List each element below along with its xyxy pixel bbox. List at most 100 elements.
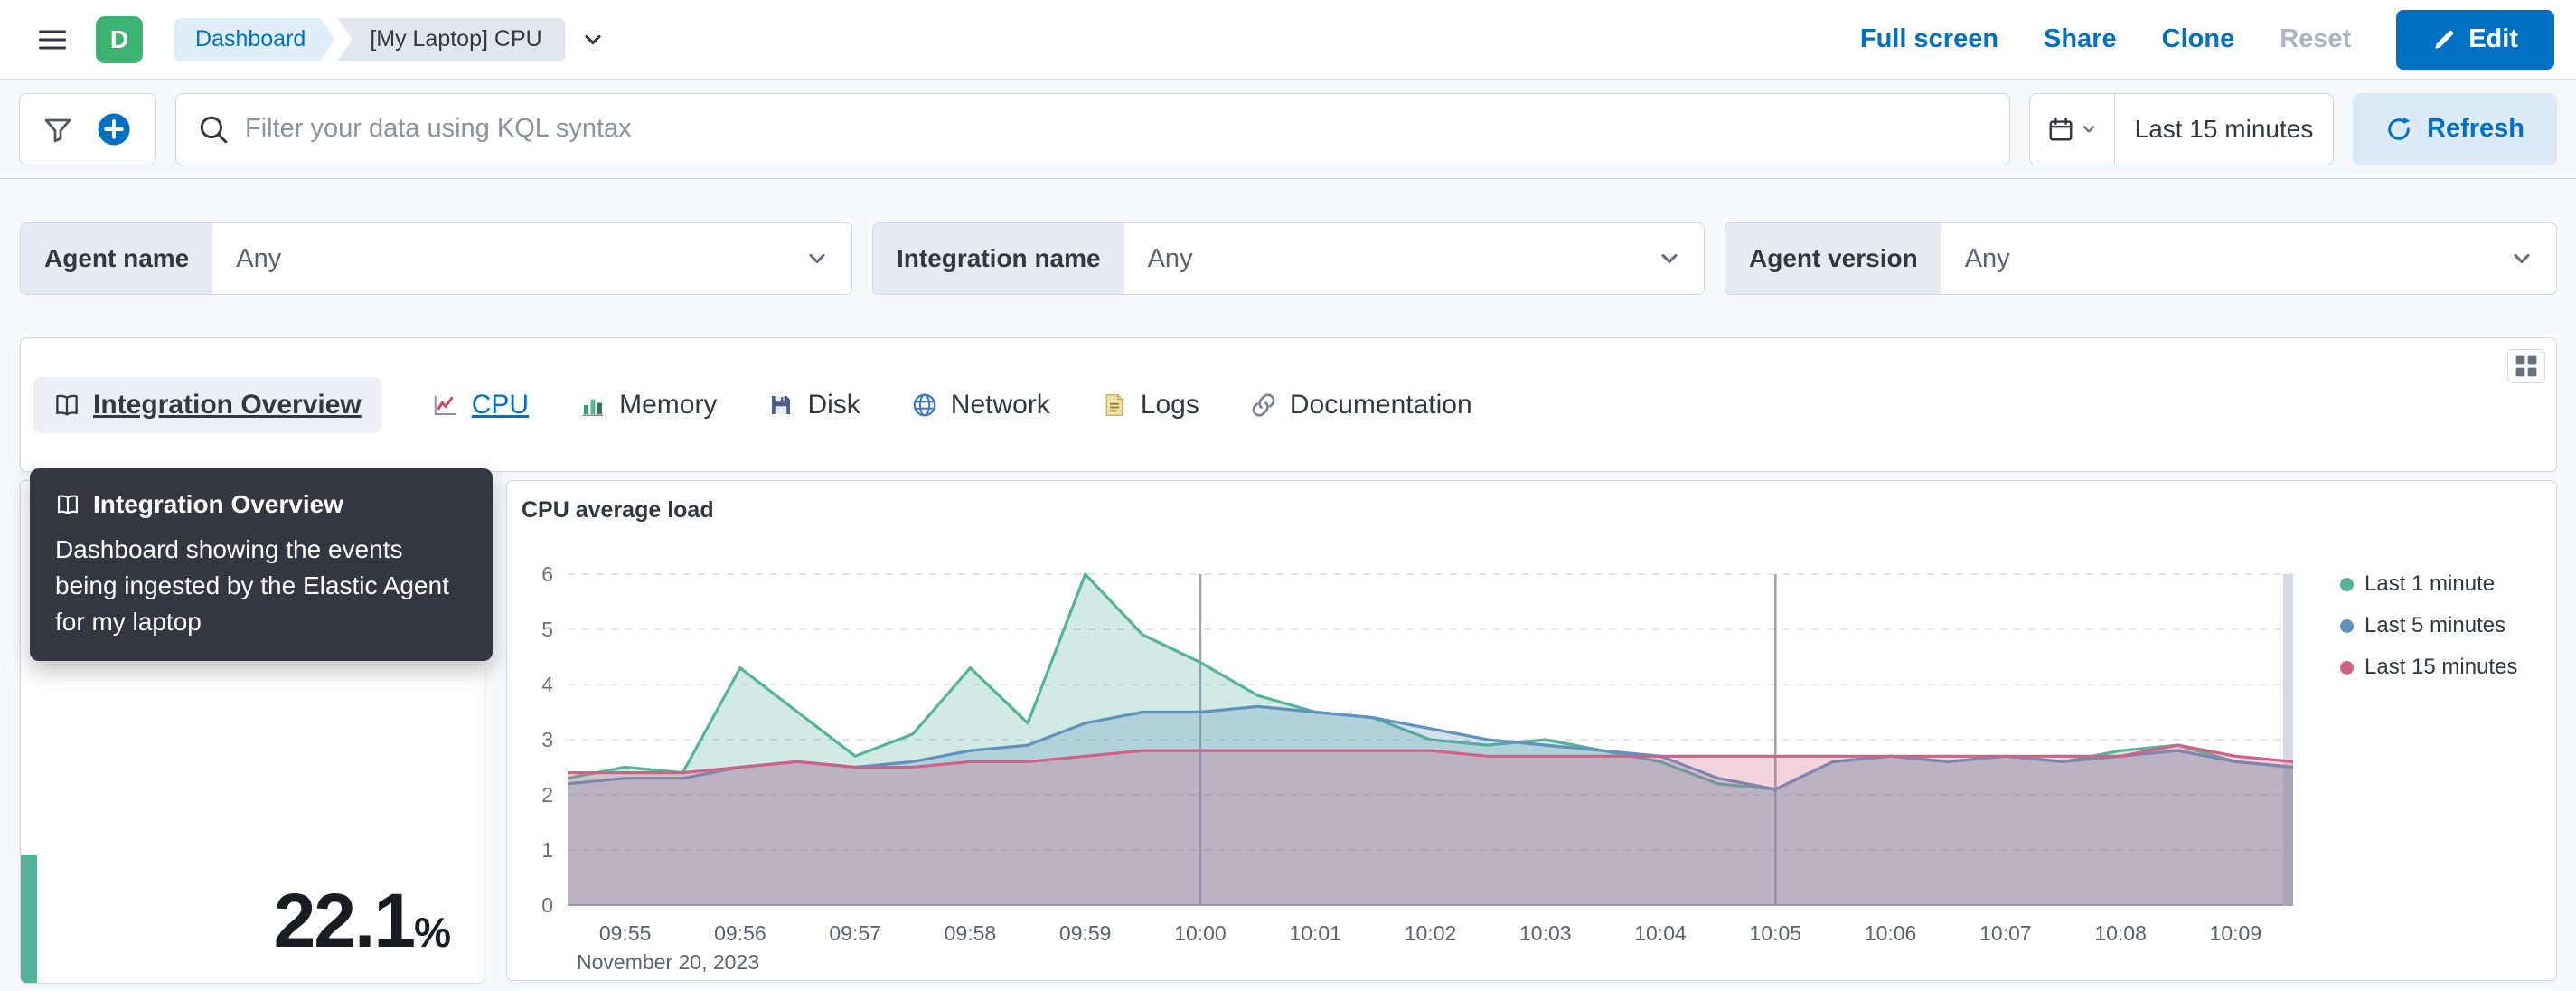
control-label: Agent version (1725, 223, 1941, 294)
chevron-down-icon (585, 34, 601, 44)
tab-memory[interactable]: Memory (579, 390, 717, 420)
globe-icon (913, 393, 936, 416)
tooltip-body: Dashboard showing the events being inges… (55, 535, 449, 636)
time-range-value[interactable]: Last 15 minutes (2115, 115, 2333, 144)
legend-label: Last 5 minutes (2364, 613, 2506, 637)
links-panel: Integration Overview CPU Memory Disk Net… (20, 337, 2557, 472)
kql-search-box (175, 92, 2010, 165)
svg-text:10:03: 10:03 (1519, 921, 1572, 945)
calendar-icon (2049, 117, 2072, 140)
metric-value: 22.1% (273, 877, 451, 965)
svg-text:5: 5 (541, 618, 553, 641)
breadcrumb-menu-button[interactable] (580, 27, 606, 52)
control-value: Any (236, 243, 282, 273)
line-chart-icon (434, 395, 456, 415)
breadcrumb-current-dashboard: [My Laptop] CPU (337, 17, 566, 61)
book-icon (58, 495, 78, 514)
legend-item-last-5-minutes[interactable]: Last 5 minutes (2340, 613, 2517, 638)
legend-item-last-15-minutes[interactable]: Last 15 minutes (2340, 655, 2517, 680)
metric-number: 22.1 (273, 878, 416, 963)
metric-accent-bar (21, 855, 37, 983)
kql-search-input[interactable] (245, 114, 1988, 144)
floppy-disk-icon (772, 395, 791, 414)
breadcrumb-dashboard[interactable]: Dashboard (174, 18, 334, 61)
cpu-load-chart[interactable]: 0 1 2 3 4 5 6 09:55 09:56 09:57 09:58 09:59 10:00 10:… (507, 481, 2557, 981)
tab-label: Network (950, 389, 1050, 420)
legend-label: Last 1 minute (2364, 571, 2496, 596)
header-actions: Full screen Share Clone Reset Edit (1860, 9, 2554, 70)
svg-text:0: 0 (541, 893, 553, 917)
tab-logs[interactable]: Logs (1101, 390, 1199, 420)
space-avatar[interactable]: D (96, 15, 143, 63)
tab-network[interactable]: Network (911, 390, 1050, 420)
tab-label: Disk (807, 389, 860, 420)
chart-legend: Last 1 minute Last 5 minutes Last 15 min… (2340, 571, 2517, 680)
refresh-button-label: Refresh (2427, 114, 2524, 143)
hamburger-menu-icon (39, 30, 66, 49)
control-integration-name[interactable]: Integration name Any (872, 222, 1705, 295)
share-link[interactable]: Share (2044, 24, 2117, 54)
tooltip-title-row: Integration Overview (55, 490, 467, 519)
panel-options-button[interactable] (2507, 349, 2545, 383)
top-header: D Dashboard [My Laptop] CPU Full screen … (0, 0, 2576, 80)
svg-text:10:02: 10:02 (1405, 921, 1457, 945)
tab-label: CPU (471, 389, 530, 420)
hamburger-menu-button[interactable] (27, 14, 78, 65)
svg-text:10:07: 10:07 (1979, 921, 2032, 945)
link-icon (1252, 392, 1275, 417)
svg-text:1: 1 (541, 838, 553, 862)
control-value: Any (1964, 243, 2010, 273)
log-page-icon (1105, 393, 1123, 416)
tab-label: Logs (1140, 389, 1199, 420)
add-filter-button[interactable] (96, 111, 132, 147)
chevron-down-icon (2082, 125, 2094, 133)
tab-integration-overview[interactable]: Integration Overview (33, 376, 381, 433)
panel-options-grid-icon (2515, 355, 2537, 377)
full-screen-link[interactable]: Full screen (1860, 24, 1998, 54)
integration-overview-tooltip: Integration Overview Dashboard showing t… (30, 468, 493, 662)
svg-text:November 20, 2023: November 20, 2023 (577, 950, 759, 974)
svg-text:10:06: 10:06 (1865, 921, 1917, 945)
control-agent-version[interactable]: Agent version Any (1725, 222, 2557, 295)
book-icon (56, 394, 78, 416)
svg-text:6: 6 (541, 562, 553, 586)
filter-funnel-icon (44, 118, 71, 142)
svg-text:09:57: 09:57 (829, 921, 881, 945)
reset-link[interactable]: Reset (2280, 24, 2351, 54)
svg-text:10:04: 10:04 (1634, 921, 1687, 945)
svg-text:10:01: 10:01 (1289, 921, 1341, 945)
svg-text:2: 2 (541, 783, 553, 807)
tab-cpu[interactable]: CPU (432, 390, 529, 420)
legend-label: Last 15 minutes (2364, 655, 2518, 679)
legend-item-last-1-minute[interactable]: Last 1 minute (2340, 571, 2517, 597)
plus-in-circle-icon (98, 113, 130, 145)
edit-button[interactable]: Edit (2396, 9, 2554, 70)
time-range-picker: Last 15 minutes (2029, 92, 2334, 165)
controls-row: Agent name Any Integration name Any Agen… (20, 222, 2557, 295)
legend-dot (2340, 577, 2354, 591)
control-label: Integration name (873, 223, 1124, 294)
query-bar: Last 15 minutes Refresh (0, 80, 2576, 179)
chevron-down-icon (1657, 246, 1682, 271)
tooltip-title: Integration Overview (93, 490, 343, 518)
calendar-menu-button[interactable] (2030, 93, 2115, 165)
tab-label: Documentation (1289, 389, 1472, 420)
pencil-icon (2435, 30, 2454, 49)
search-icon (200, 116, 228, 143)
cpu-average-load-panel: CPU average load 0 1 2 3 4 5 6 09:55 09:56 09:57 0… (506, 480, 2557, 981)
chevron-down-icon (804, 246, 830, 271)
filter-button[interactable] (43, 115, 72, 144)
svg-text:09:56: 09:56 (714, 921, 766, 945)
control-agent-name[interactable]: Agent name Any (20, 222, 852, 295)
tab-label: Memory (619, 389, 718, 420)
tab-disk[interactable]: Disk (767, 390, 860, 420)
tab-documentation[interactable]: Documentation (1250, 390, 1472, 420)
svg-text:10:09: 10:09 (2210, 921, 2262, 945)
svg-text:09:55: 09:55 (599, 921, 652, 945)
metric-unit: % (414, 909, 451, 956)
breadcrumb: Dashboard [My Laptop] CPU (174, 17, 606, 61)
control-label: Agent name (21, 223, 213, 294)
legend-dot (2340, 618, 2354, 633)
clone-link[interactable]: Clone (2162, 24, 2235, 54)
refresh-button[interactable]: Refresh (2353, 92, 2557, 165)
